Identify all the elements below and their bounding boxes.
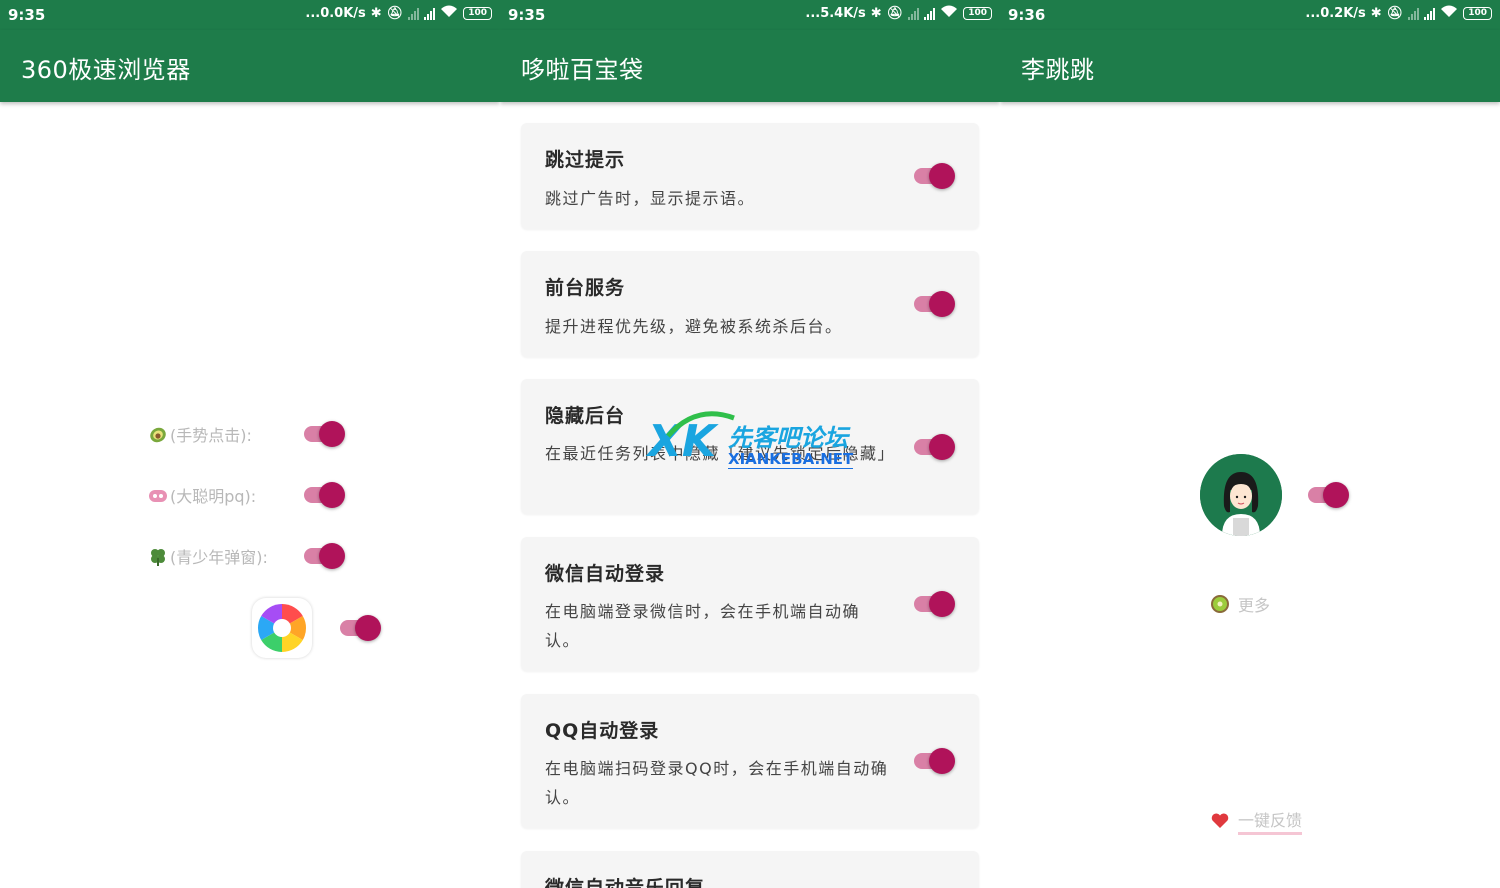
pq-toggle[interactable]	[304, 481, 346, 509]
battery-icon: 100	[963, 7, 992, 20]
battery-icon: 100	[463, 7, 492, 20]
status-bar: 9:35 ...5.4K/s ✱ 🔕︎ 100	[500, 0, 1000, 30]
qq-auto-login-toggle[interactable]	[914, 747, 956, 775]
screen-360-browser: 9:35 ...0.0K/s ✱ 🔕︎ 100 360极速浏览器 (手势点击):…	[0, 0, 500, 888]
more-label: 更多	[1238, 596, 1271, 615]
card-title: QQ自动登录	[545, 720, 660, 742]
card-title: 前台服务	[545, 277, 626, 299]
app-bar: 哆啦百宝袋	[500, 30, 1000, 102]
battery-icon: 100	[1463, 7, 1492, 20]
rule-label: (手势点击):	[170, 426, 252, 445]
signal-icon-sim1	[908, 7, 920, 20]
card-description: 提升进程优先级，避免被系统杀后台。	[545, 317, 843, 336]
mute-bell-icon: 🔕︎	[1386, 6, 1404, 21]
watermark-site: XIANKEBA.NET	[728, 450, 854, 469]
wifi-icon	[940, 5, 958, 22]
screen-li-tiaotiao: 9:36 ...0.2K/s ✱ 🔕︎ 100 李跳跳	[1000, 0, 1500, 888]
app-bar: 360极速浏览器	[0, 30, 500, 102]
heart-icon	[1210, 811, 1230, 831]
kiwi-icon	[1210, 594, 1230, 614]
app-bar: 李跳跳	[1000, 30, 1500, 102]
signal-icon-sim2	[924, 7, 936, 20]
more-link[interactable]: 更多	[1210, 592, 1270, 616]
main-toggle[interactable]	[1308, 481, 1350, 509]
bluetooth-icon: ✱	[1370, 6, 1382, 21]
forum-watermark: XK 先客吧论坛 XIANKEBA.NET	[648, 410, 868, 476]
rule-label: (大聪明pq):	[170, 487, 257, 506]
signal-icon-sim1	[1408, 7, 1420, 20]
wechat-auto-login-toggle[interactable]	[914, 590, 956, 618]
card-title: 微信自动登录	[545, 563, 666, 585]
setting-card-qq-auto-login[interactable]: QQ自动登录 在电脑端扫码登录QQ时，会在手机端自动确认。	[521, 694, 979, 828]
card-title: 微信自动音乐回复	[545, 877, 706, 888]
mute-bell-icon: 🔕︎	[386, 6, 404, 21]
mute-bell-icon: 🔕︎	[886, 6, 904, 21]
card-title: 隐藏后台	[545, 405, 626, 427]
status-icons: ...5.4K/s ✱ 🔕︎ 100	[805, 5, 992, 22]
rule-row-teen-popup: (青少年弹窗):	[148, 544, 268, 568]
card-description: 跳过广告时，显示提示语。	[545, 189, 756, 208]
page-title: 哆啦百宝袋	[521, 56, 644, 84]
swoosh-icon	[666, 411, 735, 438]
signal-icon-sim1	[408, 7, 420, 20]
network-speed: ...5.4K/s	[805, 6, 866, 21]
wifi-icon	[440, 5, 458, 22]
setting-card-foreground-service[interactable]: 前台服务 提升进程优先级，避免被系统杀后台。	[521, 251, 979, 357]
page-title: 360极速浏览器	[21, 56, 191, 84]
card-description: 在电脑端扫码登录QQ时，会在手机端自动确认。	[545, 759, 889, 807]
girl-avatar-icon[interactable]	[1200, 454, 1282, 536]
network-speed: ...0.2K/s	[1305, 6, 1366, 21]
status-bar: 9:35 ...0.0K/s ✱ 🔕︎ 100	[0, 0, 500, 30]
watermark-name: 先客吧论坛	[728, 424, 848, 452]
status-time: 9:36	[1008, 6, 1046, 24]
wifi-icon	[1440, 5, 1458, 22]
avocado-icon	[148, 424, 168, 444]
card-description: 在电脑端登录微信时，会在手机端自动确认。	[545, 602, 861, 650]
feedback-link[interactable]: 一键反馈	[1210, 807, 1303, 835]
rule-row-gesture: (手势点击):	[148, 422, 252, 446]
teen-popup-toggle[interactable]	[304, 542, 346, 570]
rule-label: (青少年弹窗):	[170, 548, 268, 567]
status-time: 9:35	[508, 6, 546, 24]
bluetooth-icon: ✱	[370, 6, 382, 21]
status-icons: ...0.0K/s ✱ 🔕︎ 100	[305, 5, 492, 22]
hide-background-toggle[interactable]	[914, 433, 956, 461]
rule-row-pq: (大聪明pq):	[148, 483, 256, 507]
signal-icon-sim2	[1424, 7, 1436, 20]
status-time: 9:35	[8, 6, 46, 24]
skip-hint-toggle[interactable]	[914, 162, 956, 190]
gesture-toggle[interactable]	[304, 420, 346, 448]
card-title: 跳过提示	[545, 149, 626, 171]
feedback-label: 一键反馈	[1238, 807, 1303, 835]
status-bar: 9:36 ...0.2K/s ✱ 🔕︎ 100	[1000, 0, 1500, 30]
clover-icon	[148, 546, 168, 566]
foreground-service-toggle[interactable]	[914, 290, 956, 318]
bluetooth-icon: ✱	[870, 6, 882, 21]
360-browser-icon	[252, 598, 312, 658]
pig-face-icon	[148, 485, 168, 505]
setting-card-wechat-auto-login[interactable]: 微信自动登录 在电脑端登录微信时，会在手机端自动确认。	[521, 537, 979, 671]
signal-icon-sim2	[424, 7, 436, 20]
page-title: 李跳跳	[1021, 56, 1095, 84]
app-toggle[interactable]	[340, 614, 382, 642]
setting-card-skip-hint[interactable]: 跳过提示 跳过广告时，显示提示语。	[521, 123, 979, 229]
network-speed: ...0.0K/s	[305, 6, 366, 21]
setting-card-wechat-music-reply[interactable]: 微信自动音乐回复	[521, 851, 979, 888]
status-icons: ...0.2K/s ✱ 🔕︎ 100	[1305, 5, 1492, 22]
